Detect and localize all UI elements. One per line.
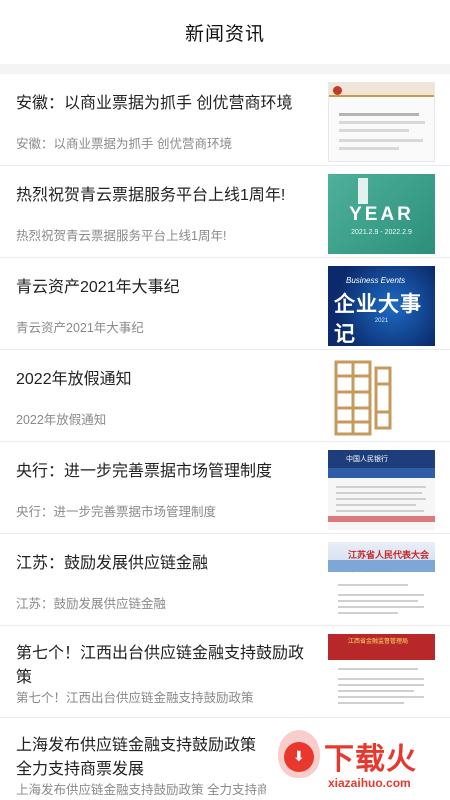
- news-item[interactable]: 青云资产2021年大事纪 青云资产2021年大事纪 Business Event…: [0, 258, 450, 350]
- news-summary: 央行：进一步完善票据市场管理制度: [16, 505, 217, 519]
- business-events-thumbnail: Business Events 企业大事记 2021: [328, 266, 435, 346]
- news-item[interactable]: 2022年放假通知 2022年放假通知: [0, 350, 450, 442]
- news-title: 2022年放假通知: [16, 371, 132, 388]
- news-item[interactable]: 安徽：以商业票据为抓手 创优营商环境 安徽：以商业票据为抓手 创优营商环境: [0, 74, 450, 166]
- government-document-thumbnail: [328, 82, 435, 162]
- news-title: 安徽：以商业票据为抓手 创优营商环境: [16, 95, 293, 112]
- news-summary: 第七个！江西出台供应链金融支持鼓励政策: [16, 691, 254, 705]
- thumb-cn-title: 企业大事记: [334, 293, 422, 346]
- central-bank-page-thumbnail: 中国人民银行: [328, 450, 435, 530]
- news-title: 江苏：鼓励发展供应链金融: [16, 555, 209, 572]
- page-title: 新闻资讯: [184, 23, 265, 45]
- jiangxi-government-thumbnail: 江西省金融监督管理局: [328, 634, 435, 714]
- news-item[interactable]: 热烈祝贺青云票据服务平台上线1周年! 热烈祝贺青云票据服务平台上线1周年! YE…: [0, 166, 450, 258]
- download-arrow-icon: ⬇: [293, 748, 305, 764]
- news-title: 上海发布供应链金融支持鼓励政策 全力支持商票发展: [16, 737, 257, 778]
- thumb-header: 江西省金融监督管理局: [348, 639, 409, 645]
- thumb-header: 中国人民银行: [346, 456, 388, 463]
- watermark-en: xiazaihuo.com: [328, 776, 411, 790]
- app-header: 新闻资讯: [0, 0, 450, 64]
- news-summary: 2022年放假通知: [16, 413, 107, 427]
- news-summary: 上海发布供应链金融支持鼓励政策 全力支持商票: [16, 783, 266, 797]
- thumb-en-title: Business Events: [346, 276, 406, 285]
- news-list[interactable]: 安徽：以商业票据为抓手 创优营商环境 安徽：以商业票据为抓手 创优营商环境 热烈…: [0, 74, 450, 800]
- thumb-dates: 2021.2.9 - 2022.2.9: [351, 229, 412, 236]
- news-title: 热烈祝贺青云票据服务平台上线1周年!: [16, 187, 286, 204]
- anniversary-year-thumbnail: YEAR 2021.2.9 - 2022.2.9: [328, 174, 435, 254]
- news-title: 第七个！江西出台供应链金融支持鼓励政策: [16, 645, 305, 686]
- news-summary: 江苏：鼓励发展供应链金融: [16, 597, 167, 611]
- news-item[interactable]: 江苏：鼓励发展供应链金融 江苏：鼓励发展供应链金融 江苏省人民代表大会常务委员会: [0, 534, 450, 626]
- news-item[interactable]: 第七个！江西出台供应链金融支持鼓励政策 第七个！江西出台供应链金融支持鼓励政策 …: [0, 626, 450, 718]
- thumb-year: 2021: [374, 318, 389, 324]
- pattern-thumbnail: [328, 358, 435, 438]
- news-summary: 热烈祝贺青云票据服务平台上线1周年!: [16, 229, 227, 243]
- thumb-year-text: YEAR: [349, 204, 414, 225]
- news-summary: 安徽：以商业票据为抓手 创优营商环境: [16, 137, 232, 151]
- news-item[interactable]: 央行：进一步完善票据市场管理制度 央行：进一步完善票据市场管理制度 中国人民银行: [0, 442, 450, 534]
- watermark-cn: 下载火: [324, 743, 417, 776]
- news-title: 央行：进一步完善票据市场管理制度: [16, 463, 273, 480]
- news-summary: 青云资产2021年大事纪: [16, 321, 144, 335]
- news-title: 青云资产2021年大事纪: [16, 279, 180, 296]
- watermark: ⬇ 下载火 xiazaihuo.com: [276, 728, 446, 798]
- jiangsu-congress-thumbnail: 江苏省人民代表大会常务委员会: [328, 542, 435, 622]
